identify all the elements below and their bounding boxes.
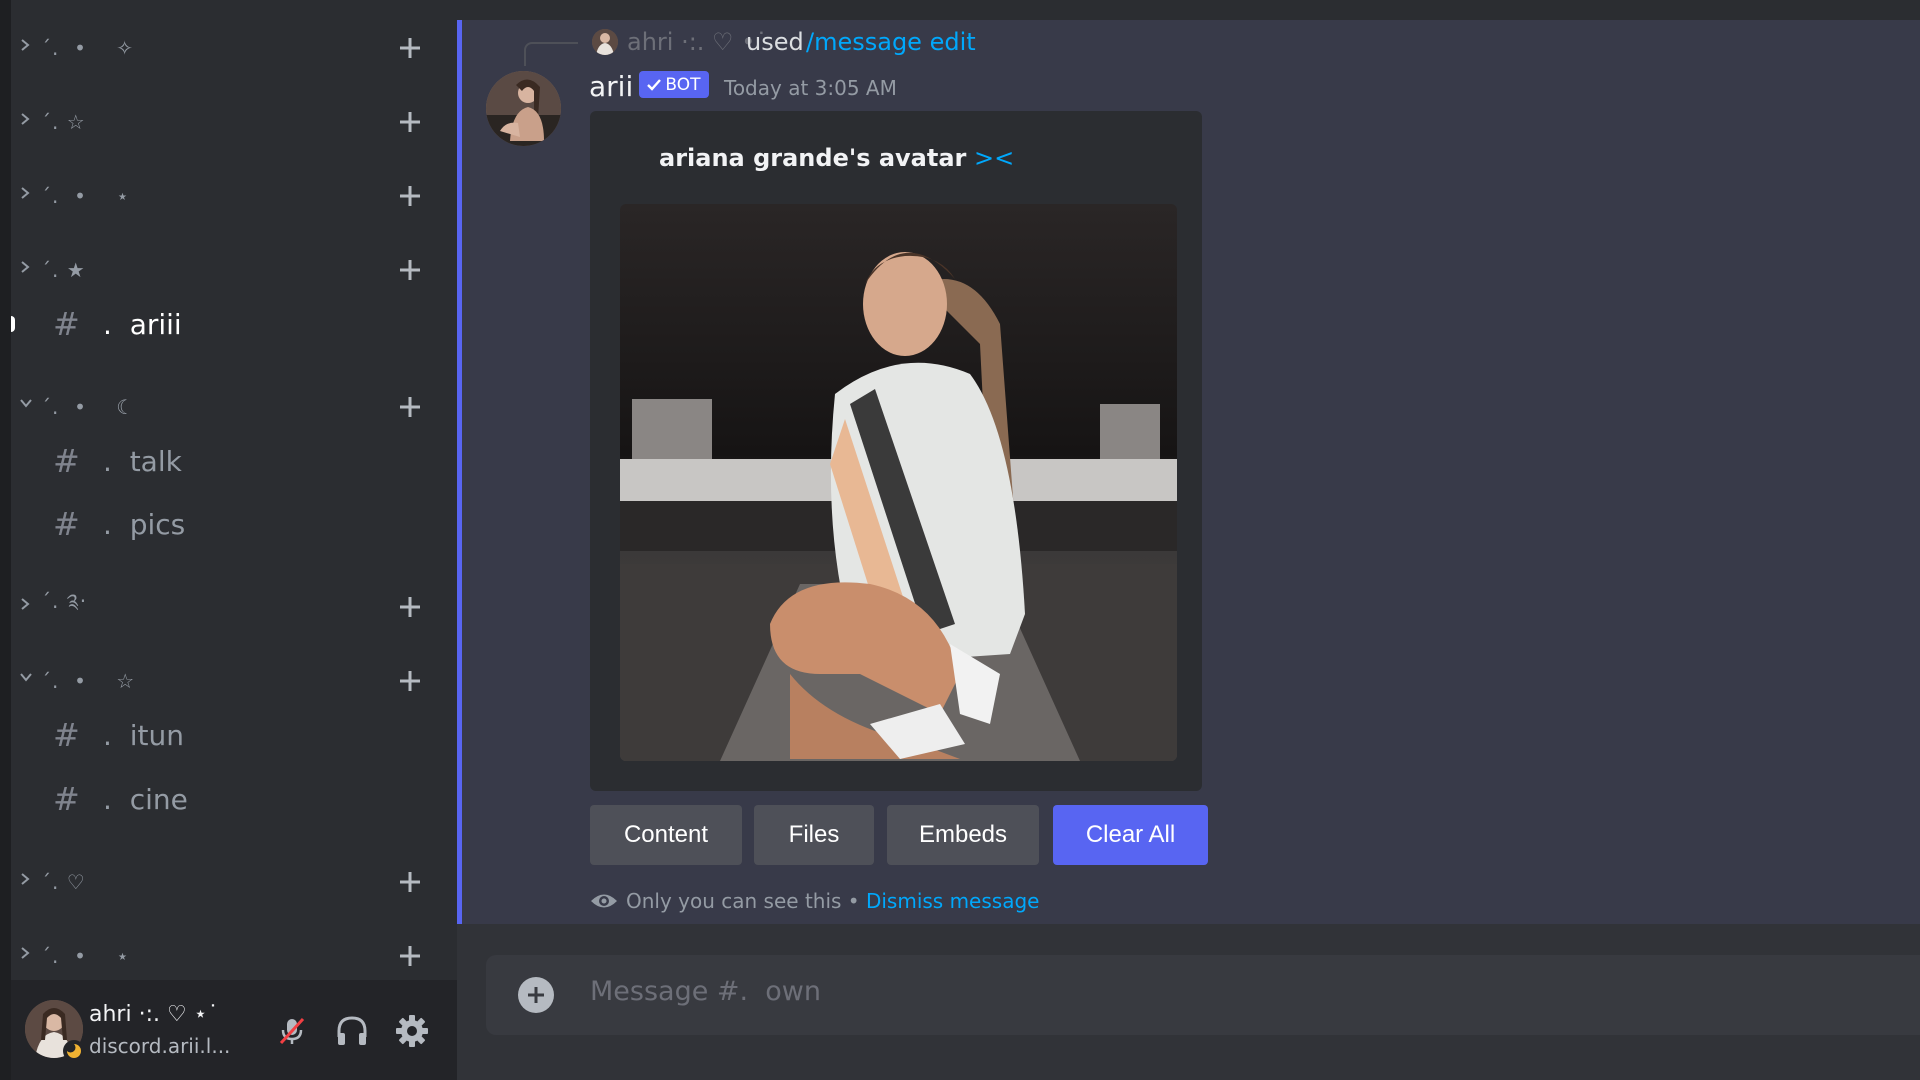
add-channel-icon[interactable]	[395, 33, 425, 63]
channel-sidebar: ˊ. • ✧ ˊ. ☆ ˊ. • ⋆ ˊ. ★ # . ariii ˊ. • ☾…	[11, 0, 457, 980]
add-channel-icon[interactable]	[395, 666, 425, 696]
text-channel-icon: #	[53, 716, 80, 754]
category-name: ˊ. ♡	[41, 870, 86, 894]
add-channel-icon[interactable]	[395, 107, 425, 137]
unread-indicator	[11, 316, 15, 332]
category-name: ˊ. • ☆	[41, 669, 136, 693]
channel-name: . talk	[103, 444, 182, 478]
category-row[interactable]: ˊ. • ⋆	[11, 932, 457, 980]
idle-status-icon	[63, 1040, 85, 1062]
message-timestamp[interactable]: Today at 3:05 AM	[724, 76, 897, 100]
embed-author: ariana grande's avatar ><	[659, 144, 1014, 172]
category-name: ˊ. ☆	[41, 110, 86, 134]
ephemeral-note: Only you can see this • Dismiss message	[590, 889, 1039, 913]
category-name: ˊ. • ✧	[41, 36, 135, 60]
clear-all-button[interactable]: Clear All	[1053, 805, 1208, 865]
category-row[interactable]: ˊ. • ☾	[11, 383, 457, 431]
channel-name: . cine	[103, 782, 188, 816]
mute-icon[interactable]	[270, 1009, 314, 1053]
embed-image-avatar[interactable]	[620, 204, 1177, 761]
add-channel-icon[interactable]	[395, 941, 425, 971]
dismiss-message-link[interactable]: Dismiss message	[866, 889, 1040, 913]
embeds-button[interactable]: Embeds	[887, 805, 1039, 865]
add-attachment-icon[interactable]	[518, 977, 554, 1013]
category-row[interactable]: ˊ. • ✧	[11, 24, 457, 72]
text-channel-icon: #	[53, 442, 80, 480]
content-button[interactable]: Content	[590, 805, 742, 865]
add-channel-icon[interactable]	[395, 867, 425, 897]
channel-name: . pics	[103, 507, 186, 541]
text-channel-icon: #	[53, 505, 80, 543]
chevron-down-icon	[19, 397, 35, 417]
category-name: ˊ. ༉‧	[41, 589, 88, 613]
embed-author-text: ariana grande's avatar	[659, 144, 967, 172]
bot-badge-label: BOT	[665, 74, 701, 95]
channel-item-ariii[interactable]: # . ariii	[31, 296, 445, 352]
settings-gear-icon[interactable]	[390, 1009, 434, 1053]
eye-icon	[591, 894, 617, 908]
message-composer[interactable]: Message #. own	[486, 955, 1920, 1035]
category-name: ˊ. ★	[41, 258, 86, 282]
add-channel-icon[interactable]	[395, 392, 425, 422]
reply-command-link[interactable]: /message edit	[806, 28, 976, 56]
embed-author-suffix: ><	[966, 144, 1015, 172]
category-row[interactable]: ˊ. ༉‧	[11, 583, 457, 631]
reply-avatar[interactable]	[592, 29, 618, 55]
channel-name: . itun	[103, 718, 184, 752]
bot-badge: BOT	[639, 71, 709, 98]
category-row[interactable]: ˊ. ♡	[11, 858, 457, 906]
add-channel-icon[interactable]	[395, 255, 425, 285]
chevron-right-icon	[19, 946, 35, 966]
chevron-down-icon	[19, 671, 35, 691]
category-row[interactable]: ˊ. • ⋆	[11, 172, 457, 220]
checkmark-icon	[647, 78, 662, 91]
ephemeral-accent-bar	[457, 20, 462, 924]
headphones-icon[interactable]	[330, 1009, 374, 1053]
chevron-right-icon	[19, 186, 35, 206]
files-button[interactable]: Files	[754, 805, 874, 865]
category-row[interactable]: ˊ. ★	[11, 246, 457, 294]
chat-area: ahri ·:. ♡ •˙ used /message edit arii BO…	[457, 0, 1920, 1080]
chevron-right-icon	[19, 112, 35, 132]
chevron-right-icon	[19, 597, 35, 617]
author-name[interactable]: arii	[589, 70, 633, 103]
channel-item-talk[interactable]: # . talk	[31, 433, 445, 489]
channel-item-pics[interactable]: # . pics	[31, 496, 445, 552]
category-name: ˊ. • ☾	[41, 395, 136, 419]
text-channel-icon: #	[53, 305, 80, 343]
category-name: ˊ. • ⋆	[41, 944, 130, 968]
category-name: ˊ. • ⋆	[41, 184, 130, 208]
bot-avatar[interactable]	[486, 71, 561, 146]
ephemeral-note-text: Only you can see this •	[626, 889, 866, 913]
channel-item-itun[interactable]: # . itun	[31, 707, 445, 763]
custom-status: discord.arii.l...	[89, 1034, 231, 1058]
reply-connector	[524, 42, 578, 66]
chevron-right-icon	[19, 872, 35, 892]
add-channel-icon[interactable]	[395, 181, 425, 211]
category-row[interactable]: ˊ. ☆	[11, 98, 457, 146]
chevron-right-icon	[19, 260, 35, 280]
category-row[interactable]: ˊ. • ☆	[11, 657, 457, 705]
channel-item-cine[interactable]: # . cine	[31, 771, 445, 827]
server-list-edge	[0, 0, 11, 1080]
username: ahri ·:. ♡ ⋆˙	[89, 1002, 219, 1027]
chevron-right-icon	[19, 38, 35, 58]
reply-used-label: used	[746, 28, 804, 56]
message-input-placeholder[interactable]: Message #. own	[590, 976, 821, 1007]
text-channel-icon: #	[53, 780, 80, 818]
channel-name: . ariii	[103, 307, 182, 341]
header-bar	[457, 0, 1920, 20]
add-channel-icon[interactable]	[395, 592, 425, 622]
